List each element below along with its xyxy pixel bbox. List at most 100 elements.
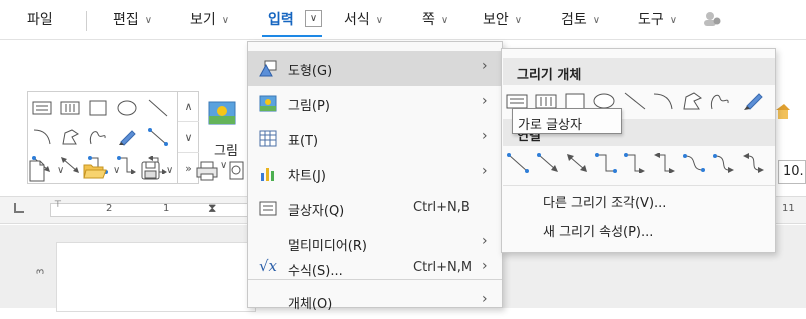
tab-page-label: 쪽: [422, 12, 435, 28]
chevron-down-icon: ∨: [144, 15, 153, 26]
menu-separator: [86, 11, 87, 31]
curve-icon[interactable]: [709, 91, 731, 111]
menu-item-object[interactable]: 개체(O) ›: [248, 284, 502, 319]
chevron-right-icon: ›: [482, 233, 488, 249]
menu-item-table[interactable]: 표(T) ›: [248, 121, 502, 156]
curve-icon[interactable]: [88, 128, 108, 146]
tab-insert[interactable]: 입력: [268, 9, 294, 29]
line-icon[interactable]: [148, 99, 168, 117]
menu-bar: 파일 편집 ∨ 보기 ∨ 입력 ∨ 서식 ∨ 쪽 ∨ 보안 ∨ 검토 ∨ 도구 ∨: [0, 0, 806, 40]
ruler-indent-icon[interactable]: ⊤: [54, 200, 62, 210]
menu-item-label: 차트(J): [288, 169, 326, 184]
ellipse-icon[interactable]: [117, 99, 137, 117]
picture-button-label[interactable]: 그림: [214, 140, 238, 159]
tab-edit[interactable]: 편집 ∨: [113, 9, 152, 29]
chevron-down-icon: ∨: [440, 15, 449, 26]
pen-icon[interactable]: [742, 91, 764, 111]
menu-item-textbox[interactable]: 글상자(Q) Ctrl+N,B: [248, 191, 502, 226]
chevron-down-icon[interactable]: ∨: [113, 165, 120, 176]
menu-item-formula[interactable]: √x 수식(S)... Ctrl+N,M ›: [248, 251, 502, 286]
elbow-connector-icon[interactable]: [595, 153, 617, 173]
vertical-textbox-icon[interactable]: [60, 99, 80, 117]
tab-view[interactable]: 보기 ∨: [190, 9, 229, 29]
new-document-icon[interactable]: [27, 160, 47, 182]
tab-tools[interactable]: 도구 ∨: [638, 9, 677, 29]
pen-icon[interactable]: [117, 128, 137, 146]
textbox-icon: [259, 201, 277, 216]
shape-submenu: 그리기 개체 연결 다른 그리기 조각(V)... 새 그리기 속성(P)...: [501, 48, 776, 253]
menu-item-shortcut: Ctrl+N,B: [413, 200, 470, 215]
tab-view-label: 보기: [190, 12, 216, 28]
chevron-down-icon: ∨: [514, 15, 523, 26]
chevron-down-icon[interactable]: ∨: [57, 165, 64, 176]
connector-line-icon[interactable]: [148, 128, 168, 146]
vertical-ruler-mark: 3: [35, 268, 47, 275]
tab-review-label: 검토: [561, 12, 587, 28]
other-drawing-piece-item[interactable]: 다른 그리기 조각(V)...: [543, 192, 666, 211]
connector-line-icon[interactable]: [507, 153, 529, 173]
font-size-field[interactable]: 10.: [778, 160, 806, 184]
new-drawing-property-item[interactable]: 새 그리기 속성(P)...: [543, 221, 653, 240]
preview-icon[interactable]: [229, 160, 245, 182]
submenu-separator: [503, 185, 775, 186]
formula-icon: √x: [259, 257, 278, 275]
arc-icon[interactable]: [652, 91, 674, 111]
ruler-track: [50, 203, 250, 217]
elbow-double-arrow-connector-icon[interactable]: [654, 153, 676, 173]
menu-item-shortcut: Ctrl+N,M: [413, 260, 473, 275]
chevron-down-icon: ∨: [375, 15, 384, 26]
elbow-arrow-connector-icon[interactable]: [624, 153, 646, 173]
chevron-down-icon: ∨: [592, 15, 601, 26]
gallery-scroll-down-icon[interactable]: ∨: [178, 122, 199, 153]
clipart-icon[interactable]: [776, 102, 790, 120]
chevron-down-icon: ∨: [221, 15, 230, 26]
double-arrow-connector-icon[interactable]: [566, 153, 588, 173]
tab-tools-label: 도구: [638, 12, 664, 28]
chevron-down-icon[interactable]: ∨: [220, 160, 227, 171]
chevron-down-icon[interactable]: ∨: [166, 165, 173, 176]
active-tab-underline: [262, 35, 322, 37]
open-folder-icon[interactable]: [83, 160, 107, 182]
curved-connector-icon[interactable]: [683, 153, 705, 173]
insert-chevron-down-icon[interactable]: ∨: [305, 10, 322, 27]
gallery-scroll-up-icon[interactable]: ∧: [178, 91, 199, 122]
menu-item-label: 수식(S)...: [288, 264, 343, 279]
arc-icon[interactable]: [32, 128, 52, 146]
tab-security-label: 보안: [483, 12, 509, 28]
tab-file-label: 파일: [27, 12, 53, 28]
print-icon[interactable]: [196, 160, 218, 182]
rectangle-icon[interactable]: [88, 99, 108, 117]
menu-item-picture[interactable]: 그림(P) ›: [248, 86, 502, 121]
chevron-right-icon: ›: [482, 93, 488, 109]
tab-page[interactable]: 쪽 ∨: [422, 9, 448, 29]
curved-double-arrow-connector-icon[interactable]: [743, 153, 765, 173]
menu-item-shape[interactable]: 도형(G) ›: [248, 51, 502, 86]
user-settings-icon[interactable]: [703, 11, 721, 27]
chevron-right-icon: ›: [482, 58, 488, 74]
tab-review[interactable]: 검토 ∨: [561, 9, 600, 29]
curved-arrow-connector-icon[interactable]: [713, 153, 735, 173]
tab-stop-icon[interactable]: [14, 203, 24, 213]
insert-menu: 도형(G) › 그림(P) › 표(T) › 차트(J) › 글상자(Q) Ct…: [247, 41, 503, 312]
shape-icon: [259, 60, 277, 77]
document-page[interactable]: [56, 242, 256, 312]
horizontal-textbox-icon[interactable]: [32, 99, 52, 117]
arrow-connector-icon[interactable]: [537, 153, 559, 173]
tab-format[interactable]: 서식 ∨: [344, 9, 383, 29]
tooltip: 가로 글상자: [512, 108, 622, 134]
tab-file[interactable]: 파일: [27, 9, 53, 29]
tab-security[interactable]: 보안 ∨: [483, 9, 522, 29]
save-icon[interactable]: [141, 160, 161, 182]
menu-item-chart[interactable]: 차트(J) ›: [248, 156, 502, 191]
ruler-hourglass-icon[interactable]: ⧗: [208, 201, 216, 216]
picture-icon[interactable]: [208, 101, 238, 127]
tab-format-label: 서식: [344, 12, 370, 28]
polygon-icon[interactable]: [681, 91, 703, 111]
ruler-mark: 2: [106, 203, 113, 214]
menu-item-label: 그림(P): [288, 99, 330, 114]
line-icon[interactable]: [624, 91, 646, 111]
polygon-icon[interactable]: [60, 128, 80, 146]
font-size-value: 10.: [783, 164, 804, 179]
drawing-objects-header: 그리기 개체: [503, 58, 775, 85]
tab-edit-label: 편집: [113, 12, 139, 28]
